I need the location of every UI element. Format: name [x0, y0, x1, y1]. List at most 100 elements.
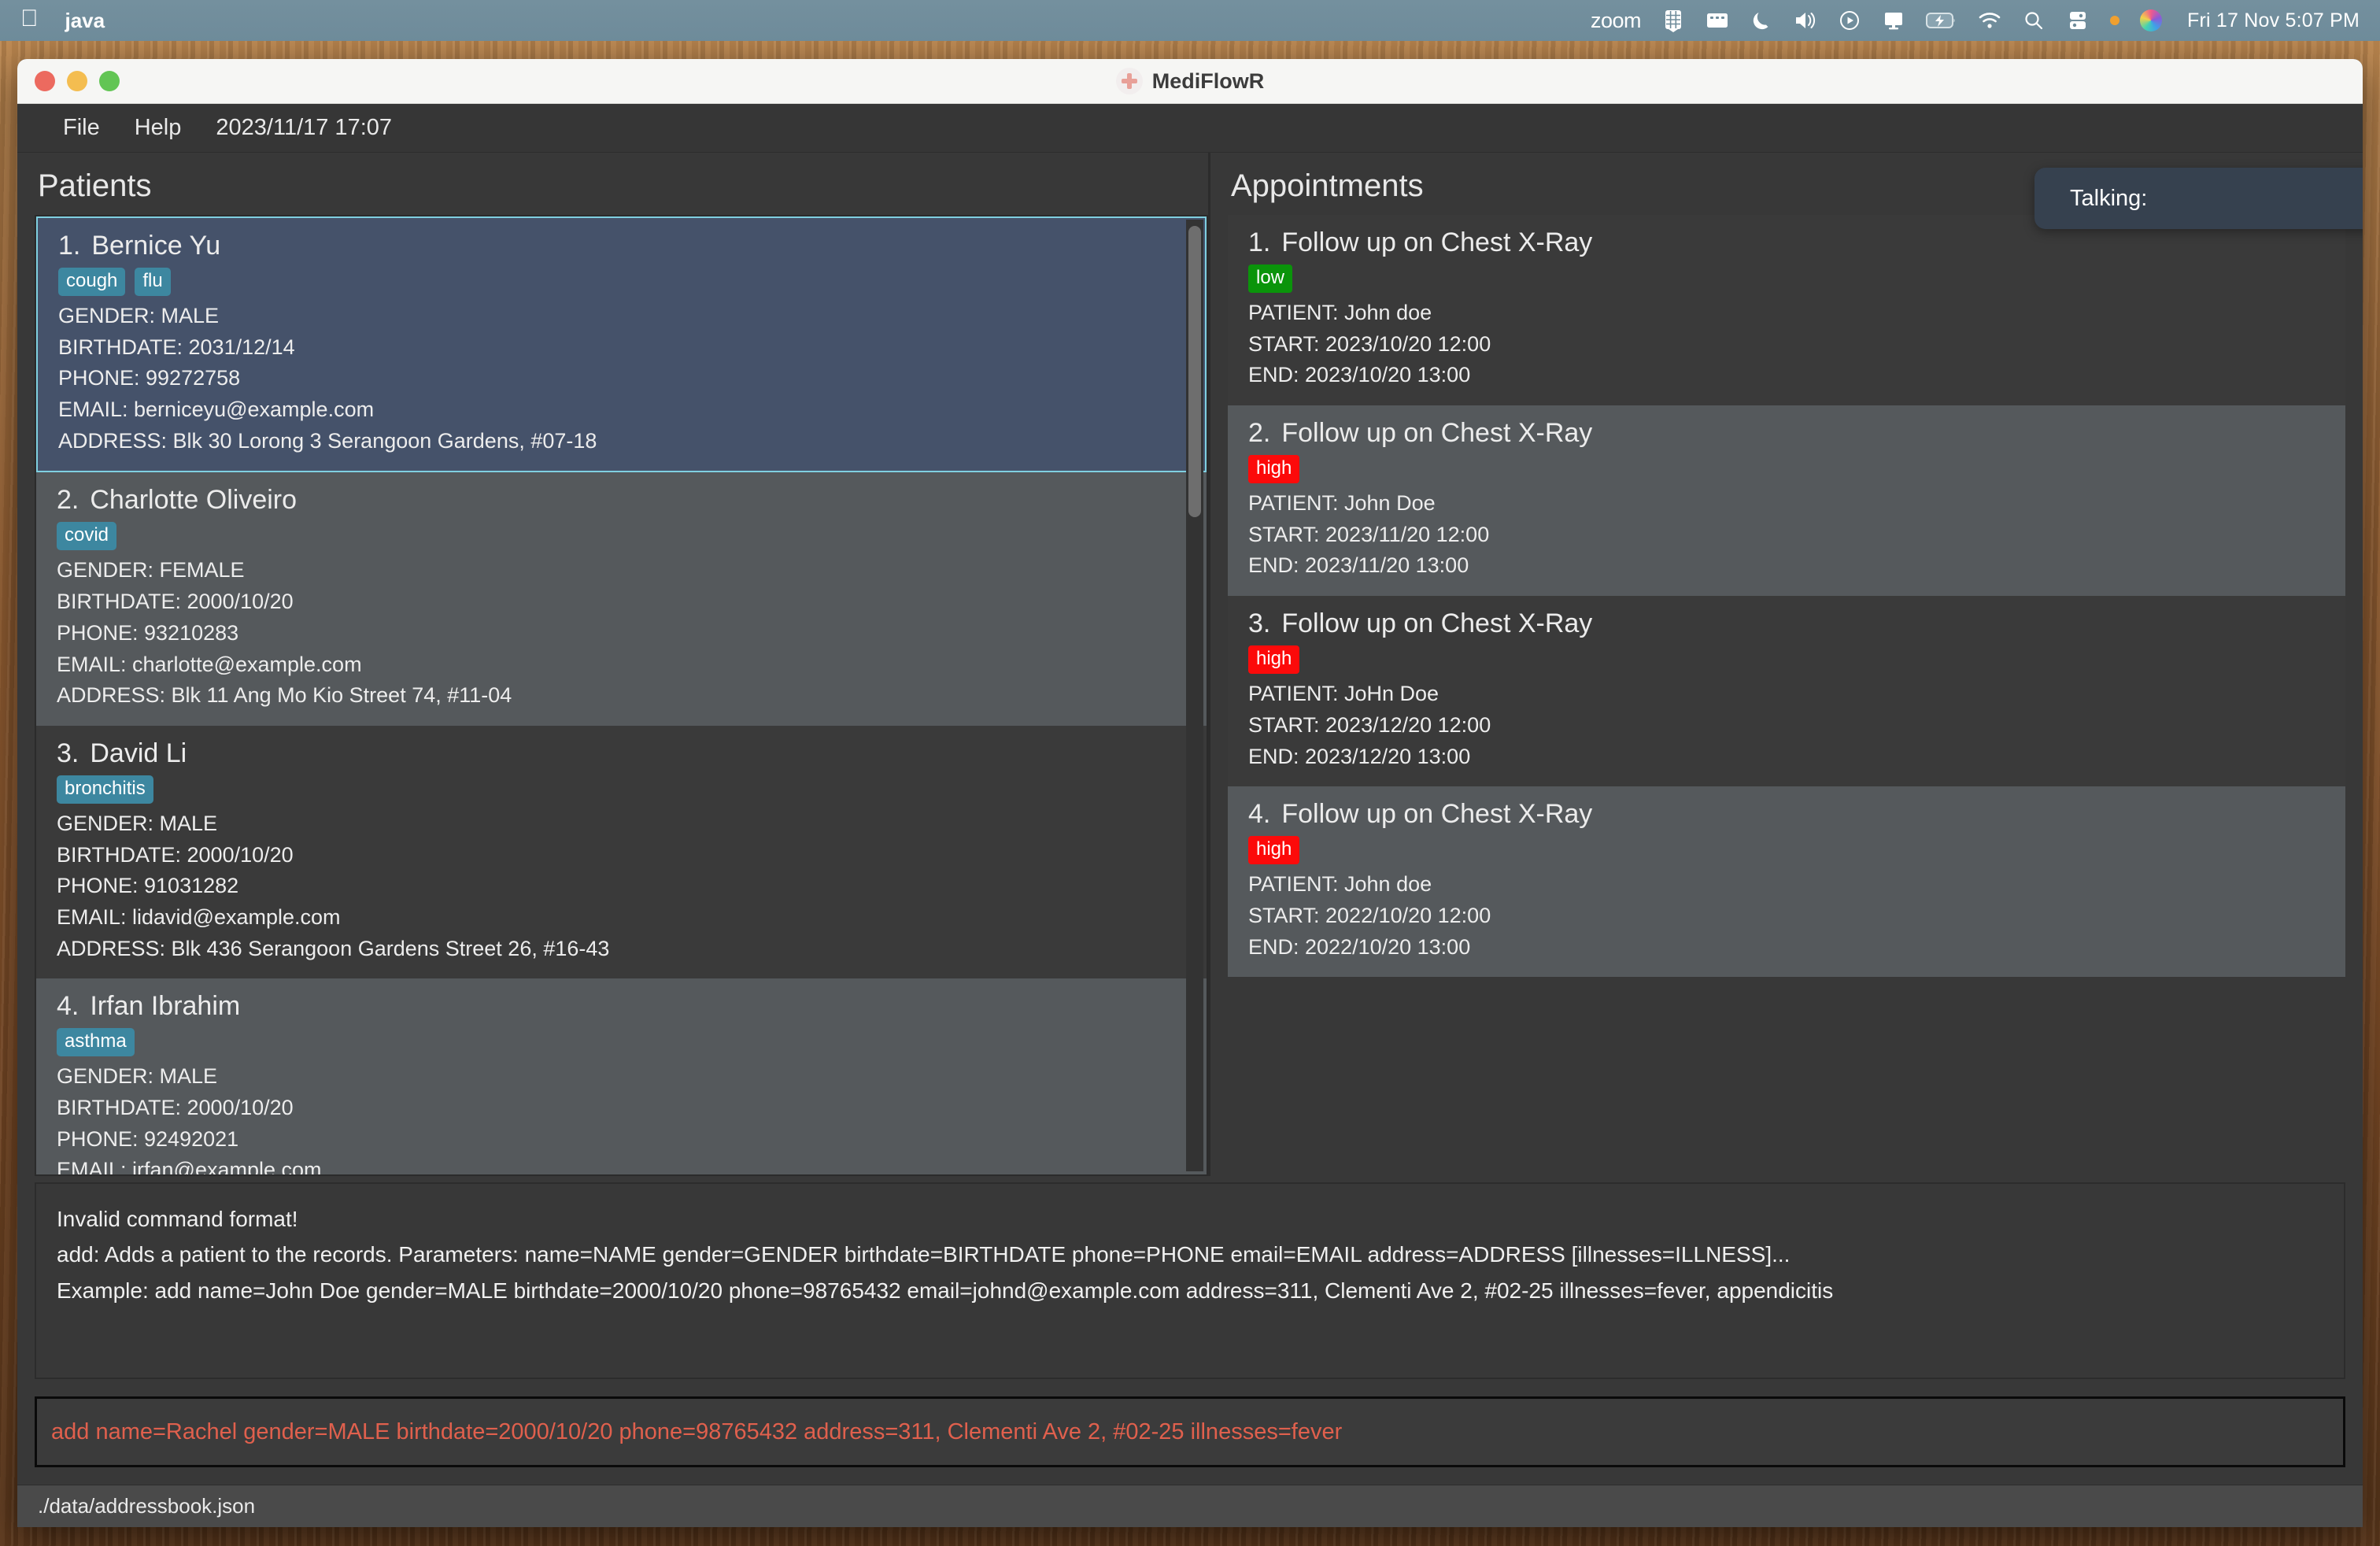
appointment-start: START: 2022/10/20 12:00: [1248, 901, 2326, 932]
appointment-end: END: 2023/12/20 13:00: [1248, 742, 2326, 773]
priority-tags: high: [1248, 836, 2326, 864]
appointment-name: Follow up on Chest X-Ray: [1281, 227, 1592, 257]
appointment-index: 4.: [1248, 799, 1270, 829]
priority-badge: high: [1248, 836, 1299, 864]
medical-cross-icon: [1116, 68, 1143, 94]
appointment-patient: PATIENT: John doe: [1248, 869, 2326, 901]
talking-label: Talking:: [2070, 186, 2147, 212]
apple-logo-icon[interactable]: : [20, 7, 39, 31]
patient-email: EMAIL: berniceyu@example.com: [58, 394, 1186, 426]
priority-tags: high: [1248, 645, 2326, 674]
appointment-title: 3.Follow up on Chest X-Ray: [1248, 608, 2326, 639]
illness-tag: flu: [135, 268, 170, 296]
patient-card[interactable]: 3.David Li bronchitis GENDER: MALE BIRTH…: [36, 726, 1207, 978]
grid-icon[interactable]: [1661, 7, 1685, 34]
patient-phone: PHONE: 99272758: [58, 363, 1186, 394]
patient-gender: GENDER: MALE: [58, 301, 1186, 332]
patient-address: ADDRESS: Blk 436 Serangoon Gardens Stree…: [57, 934, 1188, 965]
appmenu-clock: 2023/11/17 17:07: [198, 110, 409, 146]
appointment-card[interactable]: 3.Follow up on Chest X-Ray high PATIENT:…: [1228, 596, 2345, 786]
scrollbar-thumb[interactable]: [1188, 226, 1201, 517]
priority-badge: low: [1248, 264, 1292, 293]
battery-charging-icon[interactable]: [1926, 7, 1957, 34]
patient-address: ADDRESS: Blk 30 Lorong 3 Serangoon Garde…: [58, 426, 1186, 457]
appointments-list[interactable]: 1. Follow up on Chest X-Ray low PATIENT: …: [1228, 215, 2345, 1176]
appointment-name: Follow up on Chest X-Ray: [1281, 799, 1592, 829]
patient-card[interactable]: 1.Bernice Yu cough flu GENDER: MALE BIRT…: [36, 216, 1207, 472]
appointment-title: 2. Follow up on Chest X-Ray: [1248, 418, 2326, 449]
patient-phone: PHONE: 92492021: [57, 1124, 1188, 1156]
patient-name: Irfan Ibrahim: [90, 991, 240, 1021]
window-body: Patients 1.Bernice Yu cough flu: [17, 153, 2363, 1527]
minimize-button[interactable]: [67, 71, 87, 91]
patients-scrollbar[interactable]: [1186, 220, 1203, 1171]
appointment-index: 2.: [1248, 418, 1270, 448]
patient-card[interactable]: 4.Irfan Ibrahim asthma GENDER: MALE BIRT…: [36, 978, 1207, 1176]
app-window: MediFlowR File Help 2023/11/17 17:07 Pat…: [17, 59, 2363, 1527]
result-line: add: Adds a patient to the records. Para…: [57, 1237, 2323, 1272]
status-bar: ./data/addressbook.json: [17, 1485, 2363, 1527]
patient-title: 2. Charlotte Oliveiro: [57, 485, 1188, 516]
patients-list[interactable]: 1.Bernice Yu cough flu GENDER: MALE BIRT…: [35, 215, 1208, 1176]
display-icon[interactable]: [1882, 7, 1905, 34]
patient-phone: PHONE: 93210283: [57, 618, 1188, 649]
do-not-disturb-moon-icon[interactable]: [1750, 7, 1773, 34]
menu-help[interactable]: Help: [117, 110, 199, 146]
appointment-index: 1.: [1248, 227, 1270, 257]
patient-birthdate: BIRTHDATE: 2000/10/20: [57, 586, 1188, 618]
patient-birthdate: BIRTHDATE: 2031/12/14: [58, 332, 1186, 364]
menubar-app-name[interactable]: java: [65, 9, 105, 33]
keyboard-icon[interactable]: [1706, 7, 1729, 34]
priority-badge: high: [1248, 645, 1299, 674]
patient-card[interactable]: 2.Charlotte Oliveiro covid GENDER: FEMAL…: [36, 472, 1207, 725]
patient-email: EMAIL: lidavid@example.com: [57, 902, 1188, 934]
siri-icon[interactable]: [2140, 9, 2162, 31]
illness-tags: covid: [57, 522, 1188, 550]
orange-status-dot: [2110, 16, 2119, 25]
appointment-patient: PATIENT: John doe: [1248, 298, 2326, 329]
zoom-menu-item[interactable]: zoom: [1591, 9, 1641, 33]
command-input[interactable]: add name=Rachel gender=MALE birthdate=20…: [35, 1396, 2345, 1467]
menu-file[interactable]: File: [46, 110, 117, 146]
panels-container: Patients 1.Bernice Yu cough flu: [17, 153, 2363, 1176]
close-button[interactable]: [35, 71, 55, 91]
status-bar-file-path: ./data/addressbook.json: [38, 1494, 255, 1518]
appointment-start: START: 2023/10/20 12:00: [1248, 329, 2326, 361]
volume-speaker-icon[interactable]: [1794, 7, 1817, 34]
search-spotlight-icon[interactable]: [2022, 7, 2046, 34]
patient-email: EMAIL: irfan@example.com: [57, 1155, 1188, 1176]
appointment-card[interactable]: 1. Follow up on Chest X-Ray low PATIENT: …: [1228, 215, 2345, 405]
command-input-value[interactable]: add name=Rachel gender=MALE birthdate=20…: [51, 1419, 1342, 1445]
patient-name: Bernice Yu: [91, 231, 220, 261]
appointments-panel: Appointments 1.Follow up on Chest X-Ray …: [1210, 153, 2363, 1176]
appointment-name: Follow up on Chest X-Ray: [1281, 418, 1592, 448]
wifi-icon[interactable]: [1978, 7, 2001, 34]
menubar-clock[interactable]: Fri 17 Nov 5:07 PM: [2187, 9, 2360, 32]
appointment-start: START: 2023/11/20 12:00: [1248, 520, 2326, 551]
appointment-start: START: 2023/12/20 12:00: [1248, 710, 2326, 742]
appointment-card[interactable]: 2.Follow up on Chest X-Ray high PATIENT:…: [1228, 405, 2345, 596]
maximize-button[interactable]: [99, 71, 120, 91]
illness-tags: cough flu: [58, 268, 1186, 296]
patient-title: 4.Irfan Ibrahim: [57, 991, 1188, 1022]
window-title: MediFlowR: [1152, 69, 1265, 94]
patient-index: 2.: [57, 485, 79, 515]
patient-name: Charlotte Oliveiro: [90, 485, 297, 515]
patients-panel: Patients 1.Bernice Yu cough flu: [17, 153, 1210, 1176]
patient-birthdate: BIRTHDATE: 2000/10/20: [57, 1093, 1188, 1124]
appointment-end: END: 2022/10/20 13:00: [1248, 932, 2326, 963]
appointment-patient: PATIENT: JoHn Doe: [1248, 679, 2326, 710]
illness-tag: bronchitis: [57, 775, 153, 804]
result-line: Invalid command format!: [57, 1201, 2323, 1237]
desktop-background:  java zoom: [0, 0, 2380, 1546]
appointment-card[interactable]: 4. Follow up on Chest X-Ray high PATIENT:…: [1228, 786, 2345, 977]
patient-index: 3.: [57, 738, 79, 768]
patients-heading: Patients: [35, 164, 1208, 215]
control-center-icon[interactable]: [2066, 7, 2090, 34]
screen-record-icon[interactable]: [1838, 7, 1861, 34]
patient-title: 1.Bernice Yu: [58, 231, 1186, 261]
patient-name: David Li: [90, 738, 187, 768]
illness-tag: cough: [58, 268, 125, 296]
window-title-bar: MediFlowR: [17, 59, 2363, 104]
result-display-box: Invalid command format! add: Adds a pati…: [35, 1182, 2345, 1379]
